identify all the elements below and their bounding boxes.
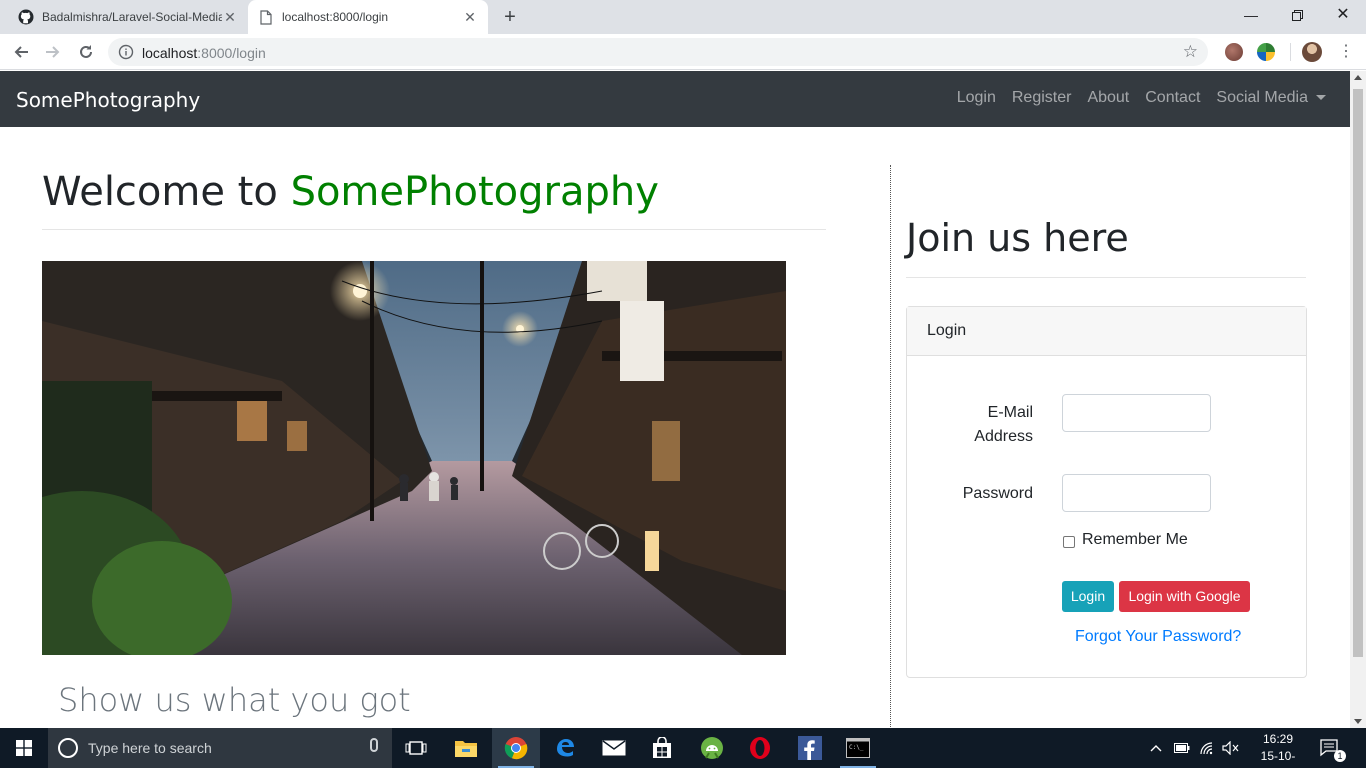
clock-time: 16:29	[1262, 732, 1294, 746]
street-photo	[42, 261, 786, 655]
browser-tab-github[interactable]: Badalmishra/Laravel-Social-Media ✕	[8, 0, 248, 34]
tab-title: Badalmishra/Laravel-Social-Media	[42, 10, 222, 24]
welcome-prefix: Welcome to	[42, 169, 291, 215]
clock-date: 15-10-2018	[1260, 749, 1296, 768]
show-us-heading: Show us what you got	[58, 681, 411, 719]
taskbar-search-placeholder: Type here to search	[88, 740, 212, 756]
profile-avatar[interactable]	[1302, 42, 1322, 62]
password-field[interactable]	[1062, 474, 1211, 512]
welcome-heading: Welcome to SomePhotography	[42, 169, 659, 215]
navbar-brand[interactable]: SomePhotography	[16, 88, 200, 112]
toolbar-divider	[1290, 43, 1291, 61]
new-tab-plus-icon[interactable]: +	[498, 5, 522, 29]
nav-login-link[interactable]: Login	[957, 89, 996, 107]
welcome-brand-name: SomePhotography	[290, 169, 659, 215]
nav-social-media-dropdown[interactable]: Social Media	[1216, 89, 1326, 107]
windows-start-icon[interactable]	[0, 728, 48, 768]
task-view-icon[interactable]	[392, 728, 440, 768]
extension-icon[interactable]	[1257, 43, 1275, 61]
forward-arrow-icon[interactable]	[41, 40, 65, 64]
cortana-icon	[58, 738, 78, 758]
battery-icon[interactable]	[1174, 728, 1192, 768]
volume-muted-icon[interactable]	[1222, 728, 1240, 768]
browser-toolbar: localhost:8000/login ☆ ⋮	[0, 34, 1366, 70]
info-icon[interactable]	[118, 44, 134, 60]
tray-chevron-up-icon[interactable]	[1150, 728, 1166, 768]
password-label: Password	[962, 485, 1033, 502]
scroll-up-arrow-icon[interactable]	[1354, 75, 1362, 80]
terminal-icon[interactable]: C:\_	[834, 728, 882, 768]
mail-icon[interactable]	[590, 728, 638, 768]
bookmark-star-icon[interactable]: ☆	[1183, 42, 1198, 62]
opera-icon[interactable]	[736, 728, 784, 768]
page-icon	[258, 9, 274, 25]
tab-title: localhost:8000/login	[282, 10, 389, 24]
divider-line	[42, 229, 826, 230]
svg-text:C:\_: C:\_	[849, 744, 864, 751]
site-navbar: SomePhotography Login Register About Con…	[0, 71, 1350, 127]
login-card-header: Login	[907, 307, 1306, 356]
email-label-line2: Address	[974, 428, 1033, 445]
nav-register-link[interactable]: Register	[1012, 89, 1072, 107]
back-arrow-icon[interactable]	[9, 40, 33, 64]
store-icon[interactable]	[638, 728, 686, 768]
divider-line	[906, 277, 1306, 278]
wifi-icon[interactable]	[1199, 728, 1217, 768]
social-media-label: Social Media	[1216, 89, 1308, 106]
notification-count: 1	[1334, 750, 1346, 762]
login-with-google-button[interactable]: Login with Google	[1119, 581, 1250, 612]
login-button[interactable]: Login	[1062, 581, 1114, 612]
page-viewport: SomePhotography Login Register About Con…	[0, 71, 1350, 728]
url-host: localhost	[142, 45, 198, 61]
login-card: Login E-Mail Address Password Remember M…	[906, 306, 1307, 678]
window-close-icon[interactable]: ✕	[1320, 0, 1366, 30]
file-explorer-icon[interactable]	[442, 728, 490, 768]
windows-taskbar: Type here to search C:\_ 16:29 15-10- 1	[0, 728, 1366, 768]
restore-icon[interactable]	[1274, 0, 1320, 30]
close-icon[interactable]: ✕	[462, 9, 478, 25]
email-label: E-Mail Address	[955, 401, 1033, 449]
browser-tab-localhost[interactable]: localhost:8000/login ✕	[248, 0, 488, 34]
chrome-icon[interactable]	[492, 728, 540, 768]
caret-down-icon	[1316, 95, 1326, 101]
nav-about-link[interactable]: About	[1087, 89, 1129, 107]
facebook-icon[interactable]	[786, 728, 834, 768]
close-icon[interactable]: ✕	[222, 9, 238, 25]
url-text: localhost:8000/login	[142, 45, 266, 61]
scrollbar-thumb[interactable]	[1353, 89, 1363, 657]
scroll-down-arrow-icon[interactable]	[1354, 719, 1362, 724]
minimize-icon[interactable]: —	[1228, 0, 1274, 30]
menu-kebab-icon[interactable]: ⋮	[1338, 43, 1354, 61]
taskbar-search-box[interactable]: Type here to search	[48, 728, 392, 768]
system-clock[interactable]: 16:29 15-10-2018	[1248, 731, 1308, 768]
reload-icon[interactable]	[74, 40, 98, 64]
nav-contact-link[interactable]: Contact	[1145, 89, 1200, 107]
extension-icon[interactable]	[1225, 43, 1243, 61]
column-divider	[890, 165, 891, 728]
edge-icon[interactable]	[541, 728, 589, 768]
join-us-heading: Join us here	[906, 216, 1129, 260]
url-path: :8000/login	[197, 45, 266, 61]
page-scrollbar[interactable]	[1350, 71, 1366, 728]
github-icon	[18, 9, 34, 25]
remember-me-checkbox[interactable]	[1063, 536, 1075, 548]
address-bar[interactable]: localhost:8000/login ☆	[108, 38, 1208, 66]
browser-tab-bar: Badalmishra/Laravel-Social-Media ✕ local…	[0, 0, 1366, 34]
forgot-password-link[interactable]: Forgot Your Password?	[1075, 628, 1241, 646]
navbar-links: Login Register About Contact Social Medi…	[941, 89, 1326, 107]
remember-me-label[interactable]: Remember Me	[1082, 531, 1188, 549]
action-center-icon[interactable]: 1	[1320, 728, 1350, 768]
microphone-icon[interactable]	[370, 738, 378, 752]
android-studio-icon[interactable]	[688, 728, 736, 768]
email-field[interactable]	[1062, 394, 1211, 432]
email-label-line1: E-Mail	[987, 404, 1033, 421]
